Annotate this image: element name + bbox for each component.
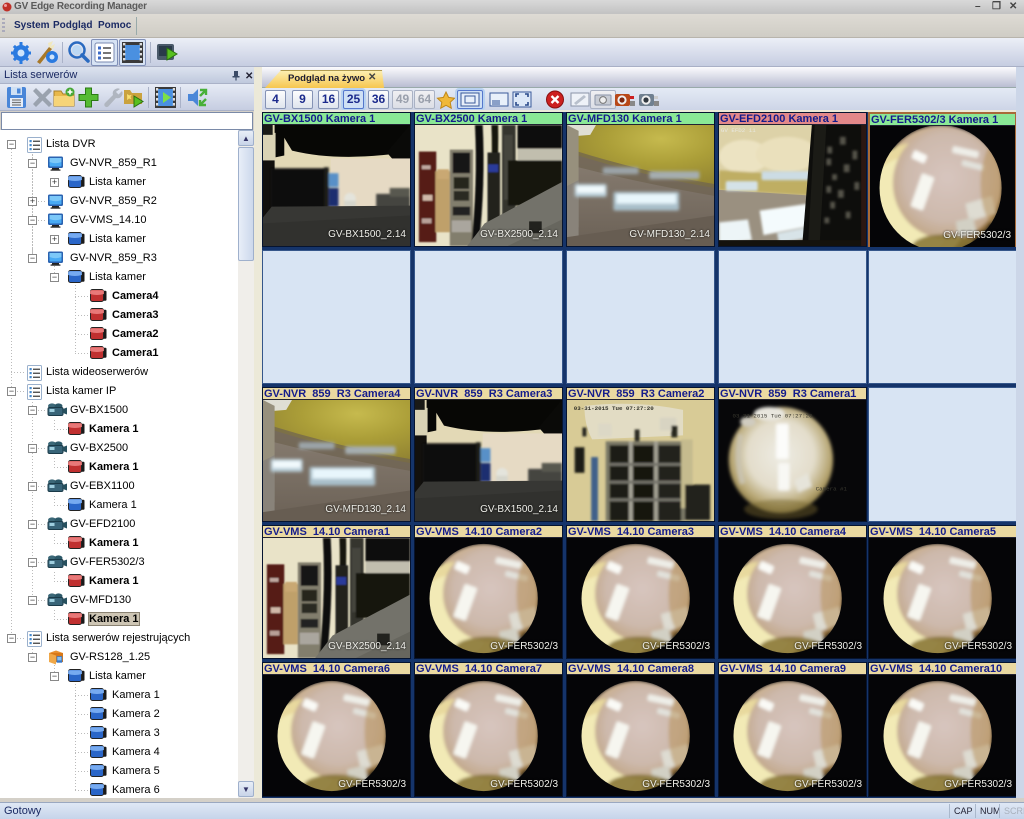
svg-text:03-31-2015 Tue 07:27:20: 03-31-2015 Tue 07:27:20: [574, 405, 654, 412]
svg-text:GV EFD2 11: GV EFD2 11: [721, 127, 756, 134]
svg-text:Camera #1: Camera #1: [816, 485, 848, 492]
svg-text:03 31 2015 Tue 07:27:20: 03 31 2015 Tue 07:27:20: [733, 413, 813, 420]
